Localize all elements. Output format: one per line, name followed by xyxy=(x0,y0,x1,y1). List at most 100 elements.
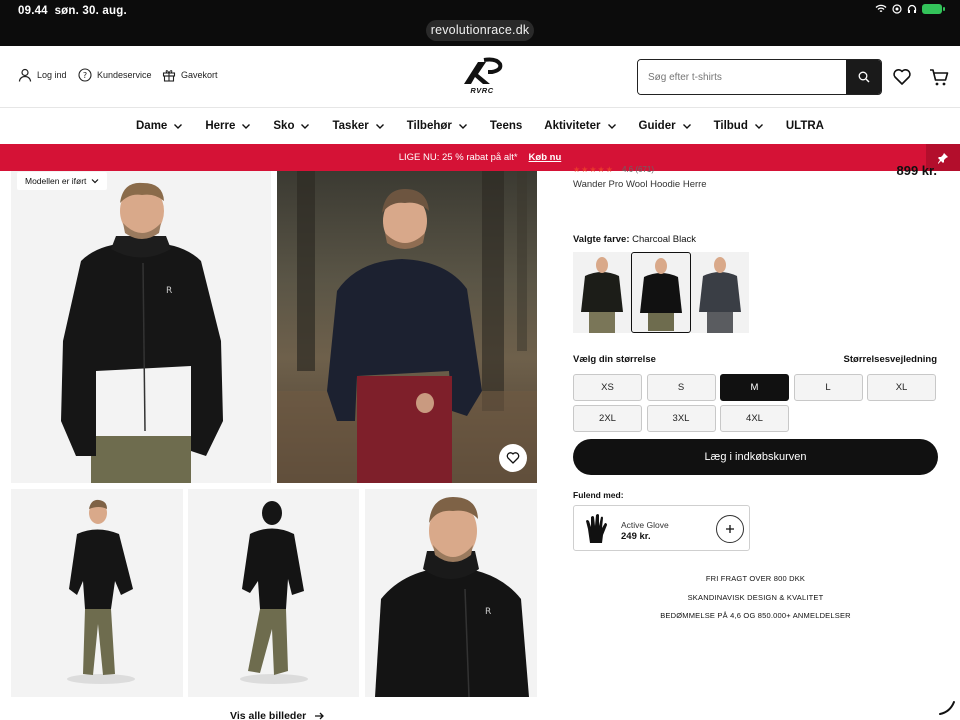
glove-name: Active Glove xyxy=(621,520,669,530)
nav-item-herre[interactable]: Herre xyxy=(205,120,251,132)
nav-label: Aktiviteter xyxy=(544,120,601,132)
clock: 09.44 xyxy=(18,5,48,17)
main-nav: Dame Herre Sko Tasker Tilbehør Teens Aktivitet… xyxy=(0,108,960,144)
product-name: Wander Pro Wool Hoodie Herre xyxy=(573,179,707,190)
gift-card-label: Gavekort xyxy=(181,70,218,80)
location-icon xyxy=(892,4,902,14)
color-swatch-green[interactable] xyxy=(573,252,631,333)
nav-label: Tilbud xyxy=(713,120,748,132)
nav-item-dame[interactable]: Dame xyxy=(136,120,183,132)
gift-icon xyxy=(162,70,176,82)
swatch-image xyxy=(640,258,682,331)
search-icon xyxy=(858,71,869,83)
chevron-down-icon xyxy=(91,179,99,184)
site-header: Log ind ? Kundeservice Gavekort RVRC xyxy=(0,46,960,108)
customer-service-link[interactable]: ? Kundeservice xyxy=(78,68,152,82)
product-image-lifestyle[interactable] xyxy=(277,171,537,483)
browser-top-bar: 09.44 søn. 30. aug. revolutionrace.dk xyxy=(0,0,960,46)
chevron-down-icon xyxy=(754,124,763,129)
nav-item-teens[interactable]: Teens xyxy=(490,120,522,132)
glove-icon xyxy=(586,514,607,543)
product-image-full-back[interactable] xyxy=(188,489,359,697)
size-option-xs[interactable]: XS xyxy=(573,374,642,401)
model-forest-illustration xyxy=(277,171,537,483)
product-image-full-front[interactable] xyxy=(11,489,183,697)
size-option-2xl[interactable]: 2XL xyxy=(573,405,642,432)
size-option-s[interactable]: S xyxy=(646,374,716,401)
nav-label: ULTRA xyxy=(785,120,824,132)
usp-rating: BEDØMMELSE PÅ 4,6 OG 850.000+ ANMELDELSE… xyxy=(660,611,851,620)
logo-mark-icon xyxy=(464,57,503,84)
cart-icon[interactable] xyxy=(929,67,949,87)
search-input[interactable] xyxy=(638,60,848,94)
nav-item-sko[interactable]: Sko xyxy=(273,120,310,132)
login-link[interactable]: Log ind xyxy=(18,68,67,82)
size-guide-link[interactable]: Størrelsesvejledning xyxy=(844,354,937,365)
svg-text:R: R xyxy=(166,286,172,296)
nav-item-tilbud[interactable]: Tilbud xyxy=(714,120,764,132)
size-option-m[interactable]: M xyxy=(720,374,789,401)
nav-label: Teens xyxy=(489,120,523,132)
nav-item-guider[interactable]: Guider xyxy=(639,120,692,132)
chevron-down-icon xyxy=(682,124,691,129)
arrow-right-icon xyxy=(315,712,325,720)
model-full-front-illustration xyxy=(67,499,135,684)
promo-text: LIGE NU: 25 % rabat på alt* xyxy=(398,152,518,163)
glove-price: 249 kr. xyxy=(621,531,651,542)
color-swatch-charcoal-black[interactable] xyxy=(631,252,691,333)
chevron-down-icon xyxy=(458,124,467,129)
product-image-front[interactable]: R xyxy=(11,171,271,483)
nav-item-ultra[interactable]: ULTRA xyxy=(786,120,824,132)
chevron-down-icon xyxy=(301,124,310,129)
rating-text[interactable]: 4.6 (671) xyxy=(622,165,654,174)
size-option-l[interactable]: L xyxy=(793,374,863,401)
chevron-down-icon xyxy=(375,124,384,129)
product-price: 899 kr. xyxy=(896,163,938,178)
search-button[interactable] xyxy=(846,60,881,94)
user-icon xyxy=(18,68,32,82)
model-closeup-illustration: R xyxy=(375,497,529,697)
url-bar[interactable]: revolutionrace.dk xyxy=(426,20,534,41)
nav-label: Herre xyxy=(205,120,236,132)
svg-text:R: R xyxy=(485,607,491,617)
heart-icon xyxy=(506,452,520,464)
color-swatch-grey[interactable] xyxy=(691,252,749,333)
size-option-xl[interactable]: XL xyxy=(867,374,936,401)
color-label: Valgte farve: xyxy=(573,234,630,245)
color-value: Charcoal Black xyxy=(632,234,697,245)
nav-item-tasker[interactable]: Tasker xyxy=(332,120,384,132)
size-option-3xl[interactable]: 3XL xyxy=(646,405,716,432)
model-full-back-illustration xyxy=(240,501,308,684)
nav-item-aktiviteter[interactable]: Aktiviteter xyxy=(544,120,616,132)
status-time: 09.44 søn. 30. aug. xyxy=(18,5,127,17)
login-label: Log ind xyxy=(37,70,67,80)
chevron-down-icon xyxy=(242,124,251,129)
pin-icon xyxy=(938,152,948,164)
nav-label: Dame xyxy=(136,120,168,132)
nav-item-tilbehør[interactable]: Tilbehør xyxy=(407,120,468,132)
add-to-cart-button[interactable]: Læg i indkøbskurven xyxy=(573,439,938,475)
complete-with-card[interactable]: Active Glove 249 kr. xyxy=(573,505,750,551)
date: søn. 30. aug. xyxy=(54,5,127,17)
plus-icon xyxy=(726,525,734,533)
size-option-4xl[interactable]: 4XL xyxy=(720,405,789,432)
add-glove-button[interactable] xyxy=(716,515,744,543)
see-all-images-link[interactable]: Vis alle billeder xyxy=(230,710,325,720)
wishlist-heart-icon[interactable] xyxy=(892,67,912,87)
battery-icon xyxy=(922,4,945,14)
rvrc-logo[interactable]: RVRC xyxy=(456,56,508,98)
chevron-down-icon xyxy=(607,124,616,129)
nav-label: Tilbehør xyxy=(406,120,452,132)
gift-card-link[interactable]: Gavekort xyxy=(162,68,218,82)
image-wishlist-button[interactable] xyxy=(499,444,527,472)
usp-free-shipping: FRI FRAGT OVER 800 DKK xyxy=(705,574,806,583)
promo-buy-link[interactable]: Køb nu xyxy=(529,152,562,163)
nav-label: Guider xyxy=(638,120,676,132)
model-wearing-label: Modellen er iført xyxy=(25,176,87,186)
product-image-closeup[interactable]: R xyxy=(365,489,537,697)
model-wearing-dropdown[interactable]: Modellen er iført xyxy=(17,172,108,190)
search-box xyxy=(637,59,882,95)
help-icon: ? xyxy=(78,68,92,82)
nav-label: Tasker xyxy=(332,120,369,132)
status-icons xyxy=(875,4,945,14)
